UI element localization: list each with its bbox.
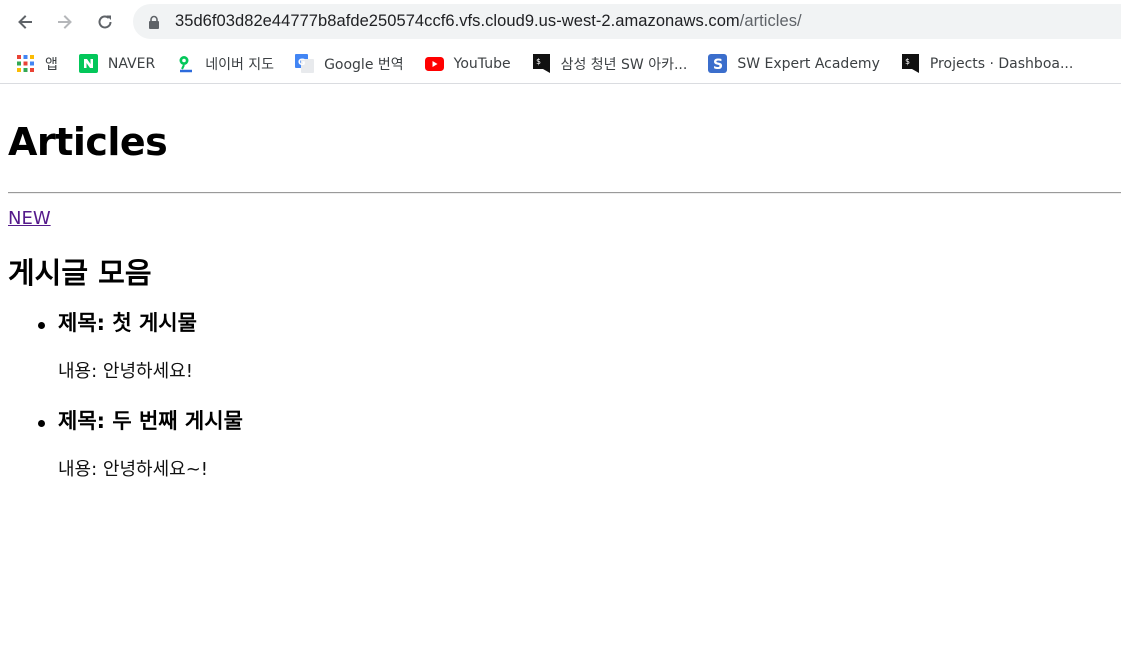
forward-arrow-icon (58, 15, 72, 29)
bookmark-google-translate[interactable]: G Google 번역 (295, 50, 404, 78)
divider (8, 192, 1121, 194)
bookmark-youtube[interactable]: YouTube (424, 50, 511, 78)
back-button[interactable] (10, 7, 40, 37)
reload-button[interactable] (90, 7, 120, 37)
bookmark-projects-dashboard[interactable]: $ Projects · Dashboa... (901, 50, 1073, 78)
forward-button[interactable] (50, 7, 80, 37)
bullet-icon (38, 420, 45, 427)
address-bar[interactable]: 35d6f03d82e44777b8afde250574ccf6.vfs.clo… (133, 4, 1121, 39)
page-content: Articles NEW 게시글 모음 제목: 첫 게시물 내용: 안녕하세요!… (0, 118, 1121, 483)
svg-text:$: $ (905, 57, 910, 66)
bookmark-label: YouTube (453, 55, 511, 72)
terminal-icon: $ (901, 54, 920, 73)
page-title: Articles (8, 120, 168, 164)
svg-text:G: G (298, 58, 305, 68)
google-translate-icon: G (295, 54, 315, 73)
article-title: 제목: 첫 게시물 (58, 311, 197, 335)
back-arrow-icon (18, 15, 32, 29)
new-article-link[interactable]: NEW (8, 208, 51, 229)
svg-text:$: $ (536, 57, 541, 66)
terminal-icon: $ (532, 54, 551, 73)
reload-icon (98, 15, 112, 29)
bookmark-label: 앱 (45, 56, 58, 73)
naver-icon (78, 54, 98, 73)
lock-icon (149, 15, 159, 29)
bookmark-label: 삼성 청년 SW 아카... (560, 56, 688, 73)
list-item: 제목: 두 번째 게시물 내용: 안녕하세요~! (38, 405, 1113, 483)
bookmark-label: 네이버 지도 (205, 56, 275, 73)
sw-expert-icon: S (708, 54, 728, 73)
bookmark-naver-map[interactable]: 네이버 지도 (176, 50, 274, 78)
bookmark-naver[interactable]: NAVER (78, 50, 156, 78)
browser-toolbar: 35d6f03d82e44777b8afde250574ccf6.vfs.clo… (0, 0, 1121, 44)
bookmark-apps[interactable]: 앱 (16, 50, 58, 78)
article-title: 제목: 두 번째 게시물 (58, 409, 243, 433)
article-content: 내용: 안녕하세요! (58, 361, 193, 382)
section-title: 게시글 모음 (8, 256, 152, 290)
url-text: 35d6f03d82e44777b8afde250574ccf6.vfs.clo… (175, 12, 802, 31)
list-item: 제목: 첫 게시물 내용: 안녕하세요! (38, 307, 1113, 385)
article-content: 내용: 안녕하세요~! (58, 459, 209, 480)
bookmark-sw-expert-academy[interactable]: S SW Expert Academy (708, 50, 880, 78)
bookmarks-bar: 앱 NAVER 네이버 지도 G Google 번역 YouTube $ 삼성 … (0, 44, 1121, 84)
bullet-icon (38, 322, 45, 329)
youtube-icon (424, 54, 444, 73)
bookmark-label: NAVER (107, 55, 156, 72)
naver-map-icon (176, 54, 195, 73)
bookmark-ssafy[interactable]: $ 삼성 청년 SW 아카... (532, 50, 688, 78)
url-path: /articles/ (739, 12, 802, 30)
url-host: 35d6f03d82e44777b8afde250574ccf6.vfs.clo… (175, 12, 740, 30)
article-list: 제목: 첫 게시물 내용: 안녕하세요! 제목: 두 번째 게시물 내용: 안녕… (8, 307, 1113, 483)
bookmark-label: Projects · Dashboa... (929, 55, 1074, 72)
apps-grid-icon (16, 54, 35, 73)
svg-text:S: S (713, 57, 723, 73)
bookmark-label: SW Expert Academy (737, 55, 880, 72)
bookmark-label: Google 번역 (324, 56, 404, 73)
